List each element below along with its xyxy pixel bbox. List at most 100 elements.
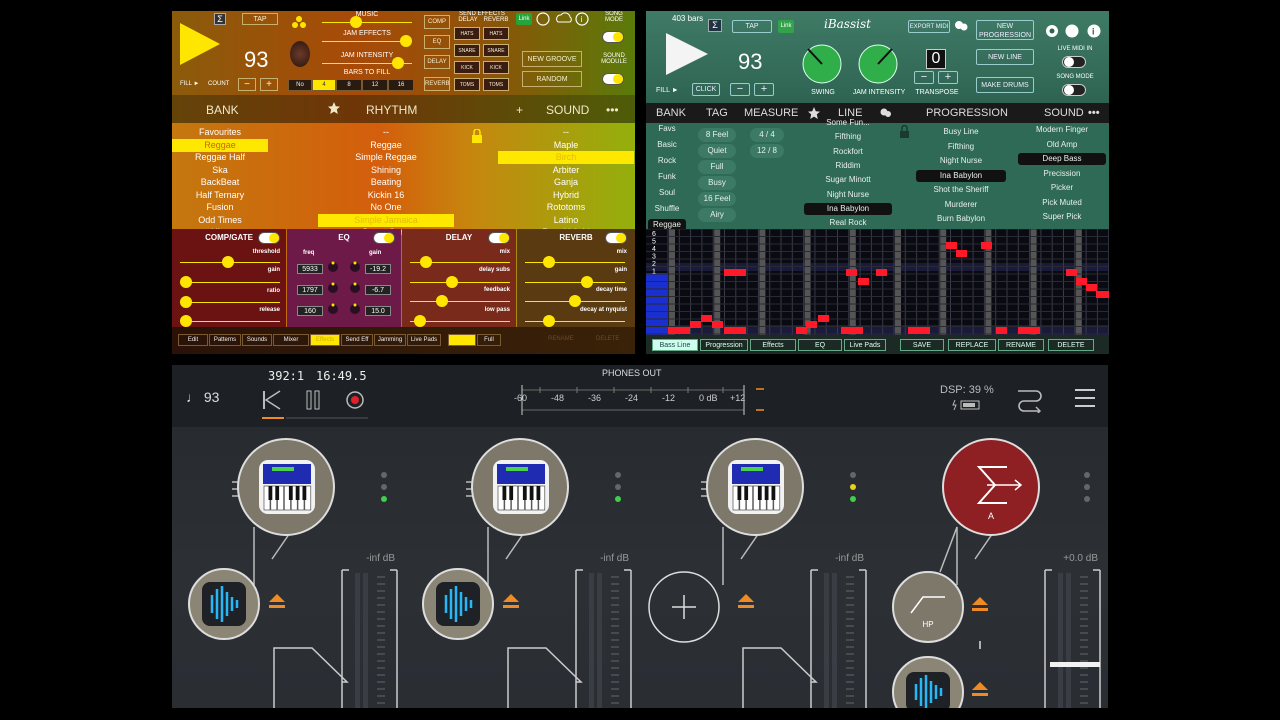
full-button[interactable]: Full [477,334,501,346]
bank-item[interactable]: BackBeat [172,176,268,189]
click-button[interactable]: CLICK [692,83,720,96]
line-item[interactable]: Night Nurse [804,189,892,201]
rhythm-item[interactable]: -- [318,126,454,139]
bars-option[interactable]: No [288,79,312,91]
sound-item[interactable]: Super Pick [1018,211,1106,223]
routing-icon[interactable] [1016,385,1044,413]
comp-button[interactable]: COMP [424,15,450,29]
sound-item[interactable]: Pick Muted [1018,197,1106,209]
tab-bank[interactable]: BANK [656,107,686,119]
jam-effects-slider-thumb[interactable] [400,35,412,47]
bank-item[interactable]: Odd Times [172,214,268,227]
delete-button[interactable]: DELETE [596,336,619,342]
rename-button[interactable]: RENAME [998,339,1044,351]
tap-button[interactable]: TAP [732,20,772,33]
bars-option[interactable]: 16 [388,79,414,91]
tag-pill[interactable]: 8 Feel [698,128,736,142]
eq-toggle[interactable] [373,232,395,244]
new-progression-button[interactable]: NEW PROGRESSION [976,20,1034,40]
pad-hats-reverb[interactable]: HATS [483,27,509,40]
tab-effects[interactable]: Effects [750,339,796,351]
delay-subs-thumb[interactable] [446,276,458,288]
sound-item[interactable]: Deep Bass [1018,153,1106,165]
sound-item[interactable]: Modern Finger [1018,124,1106,136]
bank-item[interactable]: Favourites [172,126,268,139]
count-button[interactable]: COUNT [208,81,229,87]
tag-pill[interactable]: Airy [698,208,736,222]
pad-kick-reverb[interactable]: KICK [483,61,509,74]
sound-item[interactable]: Birch [498,151,634,164]
tempo-minus-button[interactable]: − [238,78,256,91]
sound-item[interactable]: Rototoms [498,201,634,214]
make-drums-button[interactable]: MAKE DRUMS [976,77,1034,93]
bank-item[interactable]: Reggae [172,138,268,152]
tab-live-pads[interactable]: Live Pads [407,334,441,346]
eq-freq-2[interactable]: 1797 [297,285,323,295]
tempo-minus-button[interactable]: − [730,83,750,96]
line-item[interactable]: Sugar Minott [804,174,892,186]
bank-item[interactable]: Shuffle [648,203,686,215]
bars-option[interactable]: 12 [362,79,388,91]
link-button[interactable]: Link [778,20,794,33]
rhythm-item[interactable]: Simple Reggae [318,151,454,164]
bank-item[interactable]: Favs [648,123,686,135]
tempo-plus-button[interactable]: + [260,78,278,91]
delay-toggle[interactable] [488,232,510,244]
sound-item[interactable]: Hybrid [498,189,634,202]
pad-snare-delay[interactable]: SNARE [454,44,480,57]
music-slider-thumb[interactable] [350,16,362,28]
sound-item[interactable]: Latino [498,214,634,227]
tab-rhythm[interactable]: RHYTHM [366,103,417,117]
line-item[interactable]: Ina Babylon [804,202,892,215]
replace-button[interactable]: REPLACE [948,339,996,351]
tab-effects[interactable]: Effects [310,334,340,346]
swing-knobs[interactable] [796,39,906,89]
pad-snare-reverb[interactable]: SNARE [483,44,509,57]
sigma-icon[interactable]: Σ [214,13,226,25]
gain-thumb[interactable] [180,276,192,288]
sigma-icon[interactable]: Σ [708,19,722,32]
bank-item[interactable]: Rock [648,155,686,167]
decay-time-thumb[interactable] [569,295,581,307]
line-item[interactable]: Some Fun... [804,117,892,129]
view-toggle-button[interactable] [448,334,476,346]
tab-bank[interactable]: BANK [206,103,239,117]
eq-knobs[interactable] [327,259,361,325]
measure-pill[interactable]: 12 / 8 [750,144,784,158]
bank-item[interactable]: Soul [648,187,686,199]
sound-item[interactable]: Precission [1018,168,1106,180]
rhythm-item[interactable]: Kickin 16 [318,189,454,202]
link-button[interactable]: Link [516,13,532,25]
tap-button[interactable]: TAP [242,13,278,25]
tab-progression[interactable]: PROGRESSION [926,107,1008,119]
sound-item[interactable]: Ganja [498,176,634,189]
reverb-toggle[interactable] [605,232,627,244]
tab-eq[interactable]: EQ [798,339,842,351]
lock-icon[interactable] [899,125,910,138]
tab-sounds[interactable]: Sounds [242,334,272,346]
menu-icon[interactable] [1074,387,1096,409]
export-midi-button[interactable]: EXPORT MIDI [908,20,950,33]
reverb-button[interactable]: REVERB [424,77,450,91]
fill-button[interactable]: FILL ► [656,87,679,94]
lock-icon[interactable] [471,129,483,143]
bank-item[interactable]: Basic [648,139,686,151]
sound-item[interactable]: Maple [498,139,634,152]
progression-item[interactable]: Fifthing [916,141,1006,153]
tab-more[interactable]: ••• [1088,107,1100,119]
progression-item[interactable]: Ina Babylon [916,169,1006,182]
live-midi-in-toggle[interactable] [1062,56,1086,68]
release-thumb[interactable] [180,315,192,327]
tempo-display[interactable]: ♩ 93 [186,389,219,405]
star-icon[interactable] [328,102,340,114]
threshold-thumb[interactable] [222,256,234,268]
song-mode-toggle[interactable] [1062,84,1086,96]
play-icon[interactable] [664,31,710,77]
tag-pill[interactable]: Busy [698,176,736,190]
progression-item[interactable]: Shot the Sheriff [916,184,1006,196]
tab-mixer[interactable]: Mixer [273,334,309,346]
rename-button[interactable]: RENAME [548,336,574,342]
feedback-thumb[interactable] [436,295,448,307]
sound-item[interactable]: Old Amp [1018,139,1106,151]
transpose-value[interactable]: 0 [926,49,946,69]
